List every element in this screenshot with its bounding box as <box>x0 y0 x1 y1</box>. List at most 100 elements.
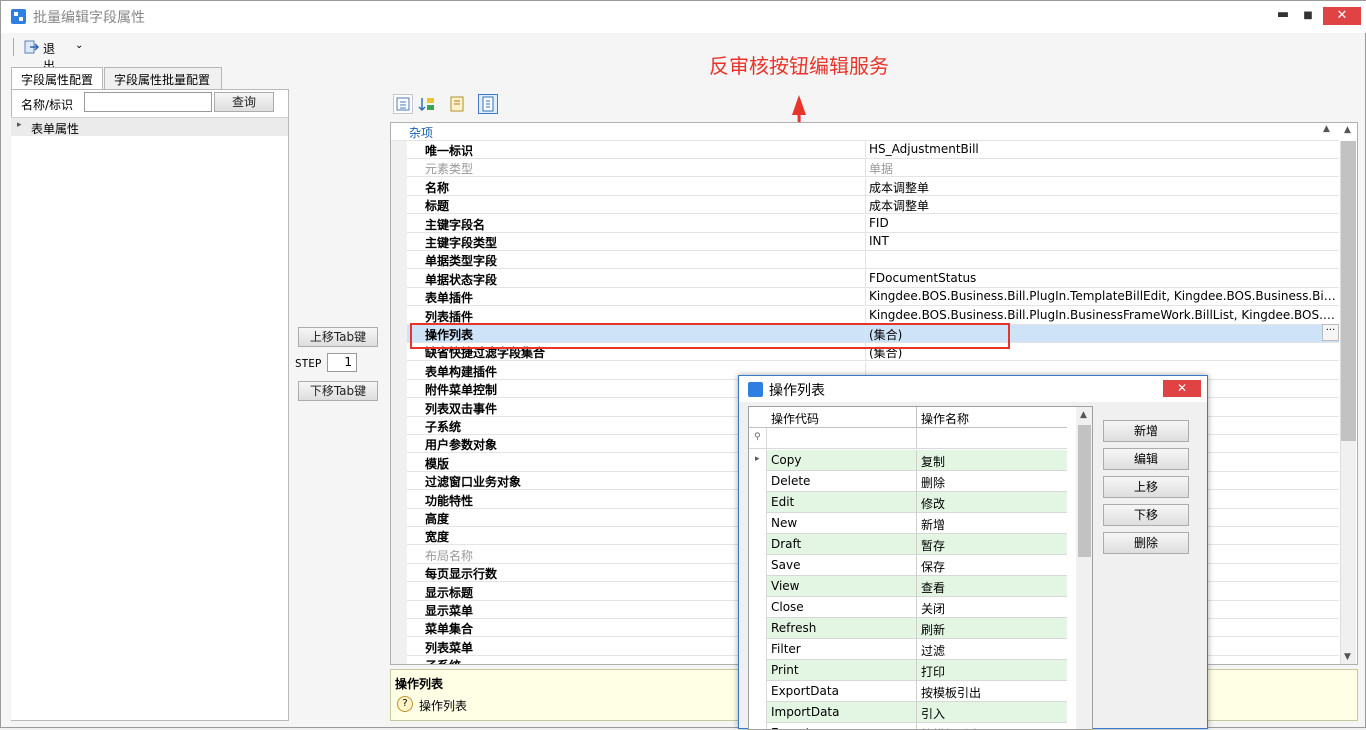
maximize-button[interactable]: ■ <box>1298 7 1318 25</box>
property-value[interactable]: INT <box>869 234 1339 248</box>
column-divider <box>865 196 866 215</box>
col-name-header[interactable]: 操作名称 <box>921 410 969 427</box>
move-up-tab-button[interactable]: 上移Tab键 <box>298 327 378 347</box>
property-row[interactable]: 单据类型字段 <box>407 251 1339 270</box>
tree-view: ▸ 表单属性 <box>11 117 288 720</box>
exit-icon[interactable] <box>23 39 40 55</box>
scroll-up-icon[interactable]: ▲ <box>1344 125 1351 135</box>
dialog-close-button[interactable]: ✕ <box>1163 380 1201 397</box>
tab-batch-config[interactable]: 字段属性批量配置 <box>104 67 222 89</box>
move-down-button[interactable]: 下移 <box>1103 504 1189 526</box>
cell-divider <box>916 492 917 513</box>
search-input[interactable] <box>84 92 212 112</box>
tab-field-config[interactable]: 字段属性配置 <box>11 67 103 90</box>
move-down-tab-button[interactable]: 下移Tab键 <box>298 381 378 401</box>
operation-name: 复制 <box>921 455 946 469</box>
column-divider <box>865 288 866 307</box>
operation-row[interactable]: Refresh 刷新 <box>767 618 1067 639</box>
sort-az-icon[interactable] <box>417 94 437 114</box>
operation-name: 过滤 <box>921 644 946 658</box>
description-text: 操作列表 <box>419 699 468 713</box>
search-label: 名称/标识 <box>21 98 74 112</box>
operation-row[interactable]: Filter 过滤 <box>767 639 1067 660</box>
operation-row[interactable]: Close 关闭 <box>767 597 1067 618</box>
operation-row[interactable]: Draft 暂存 <box>767 534 1067 555</box>
scrollbar-thumb[interactable] <box>1341 141 1356 441</box>
scroll-down-icon[interactable]: ▼ <box>1344 652 1351 662</box>
operation-code: New <box>771 516 798 530</box>
property-key: 子系统 <box>425 657 461 664</box>
operation-name: 按模板引出 <box>921 686 982 700</box>
column-divider <box>865 251 866 270</box>
operation-name: 删除 <box>921 476 946 490</box>
property-row[interactable]: 主键字段名 FID <box>407 214 1339 233</box>
property-value[interactable]: 成本调整单 <box>869 197 1339 214</box>
expand-arrow-icon[interactable]: ▸ <box>17 120 22 130</box>
property-pages-icon[interactable] <box>447 94 467 114</box>
operation-code: Refresh <box>771 621 817 635</box>
operation-code: Close <box>771 600 804 614</box>
edit-button[interactable]: 编辑 <box>1103 448 1189 470</box>
cell-divider <box>916 597 917 618</box>
step-input[interactable]: 1 <box>327 353 357 372</box>
property-row[interactable]: 表单插件 Kingdee.BOS.Business.Bill.PlugIn.Tem… <box>407 288 1339 307</box>
property-row[interactable]: 唯一标识 HS_AdjustmentBill <box>407 141 1339 159</box>
operation-row[interactable]: Delete 删除 <box>767 471 1067 492</box>
operation-row[interactable]: Print 打印 <box>767 660 1067 681</box>
operation-row[interactable]: ExportData 按模板引出 <box>767 681 1067 702</box>
operation-row[interactable]: Edit 修改 <box>767 492 1067 513</box>
property-value[interactable]: FDocumentStatus <box>869 271 1339 285</box>
cell-divider <box>916 618 917 639</box>
property-value[interactable]: FID <box>869 216 1339 230</box>
operation-code: Delete <box>771 474 811 488</box>
dialog-title-bar: 操作列表 ✕ <box>739 376 1207 402</box>
filter-row[interactable]: ⚲ <box>749 428 1067 449</box>
property-value[interactable]: 成本调整单 <box>869 179 1339 196</box>
delete-button[interactable]: 删除 <box>1103 532 1189 554</box>
operation-row[interactable]: New 新增 <box>767 513 1067 534</box>
categorized-icon[interactable] <box>393 94 413 114</box>
operation-name: 暂存 <box>921 539 946 553</box>
column-divider <box>865 233 866 251</box>
property-value[interactable]: 单据 <box>869 160 1339 177</box>
property-row[interactable]: 主键字段类型 INT <box>407 233 1339 251</box>
operation-row[interactable]: Copy 复制 <box>767 450 1067 471</box>
grid-scrollbar[interactable] <box>1340 141 1356 664</box>
operation-row[interactable]: ImportData 引入 <box>767 702 1067 723</box>
collapse-icon[interactable]: ▲ <box>1323 124 1330 134</box>
query-button[interactable]: 查询 <box>214 92 274 112</box>
property-key: 单据状态字段 <box>425 272 498 287</box>
property-key: 附件菜单控制 <box>425 383 498 398</box>
col-code-header[interactable]: 操作代码 <box>771 410 819 427</box>
property-value[interactable]: Kingdee.BOS.Business.Bill.PlugIn.Templat… <box>869 289 1339 303</box>
property-row[interactable]: 单据状态字段 FDocumentStatus <box>407 269 1339 288</box>
property-value[interactable]: Kingdee.BOS.Business.Bill.PlugIn.Busines… <box>869 308 1339 322</box>
property-row[interactable]: 元素类型 单据 <box>407 159 1339 178</box>
property-value[interactable]: HS_AdjustmentBill <box>869 142 1339 156</box>
dialog-scrollbar[interactable]: ▲ <box>1076 407 1092 729</box>
operation-row[interactable]: View 查看 <box>767 576 1067 597</box>
chevron-down-icon[interactable]: ⌄ <box>75 40 83 51</box>
properties-icon[interactable] <box>478 94 498 114</box>
close-button[interactable]: ✕ <box>1323 7 1361 25</box>
header-divider <box>916 407 917 428</box>
property-key: 功能特性 <box>425 493 474 508</box>
property-key: 显示标题 <box>425 585 474 600</box>
dialog-scroll-up-icon[interactable]: ▲ <box>1080 410 1087 420</box>
property-row[interactable]: 标题 成本调整单 <box>407 196 1339 215</box>
move-up-button[interactable]: 上移 <box>1103 476 1189 498</box>
minimize-button[interactable]: ▬ <box>1273 7 1293 25</box>
batch-edit-window: 批量编辑字段属性 ▬ ■ ✕ 退出 ⌄ 字段属性配置 字段属性批量配置 名称/标… <box>0 0 1366 730</box>
operation-row[interactable]: Save 保存 <box>767 555 1067 576</box>
property-key: 单据类型字段 <box>425 254 498 269</box>
property-row[interactable]: 名称 成本调整单 <box>407 177 1339 196</box>
operation-name: 保存 <box>921 560 946 574</box>
property-row[interactable]: 列表插件 Kingdee.BOS.Business.Bill.PlugIn.Bus… <box>407 306 1339 325</box>
operation-row[interactable]: Export 按模板引出 <box>767 723 1067 729</box>
cell-divider <box>916 471 917 492</box>
tree-item-form-props[interactable]: ▸ 表单属性 <box>11 118 288 136</box>
add-button[interactable]: 新增 <box>1103 420 1189 442</box>
ellipsis-button[interactable]: ··· <box>1322 324 1339 341</box>
dialog-scrollbar-thumb[interactable] <box>1078 425 1091 557</box>
property-key: 列表菜单 <box>425 640 474 655</box>
